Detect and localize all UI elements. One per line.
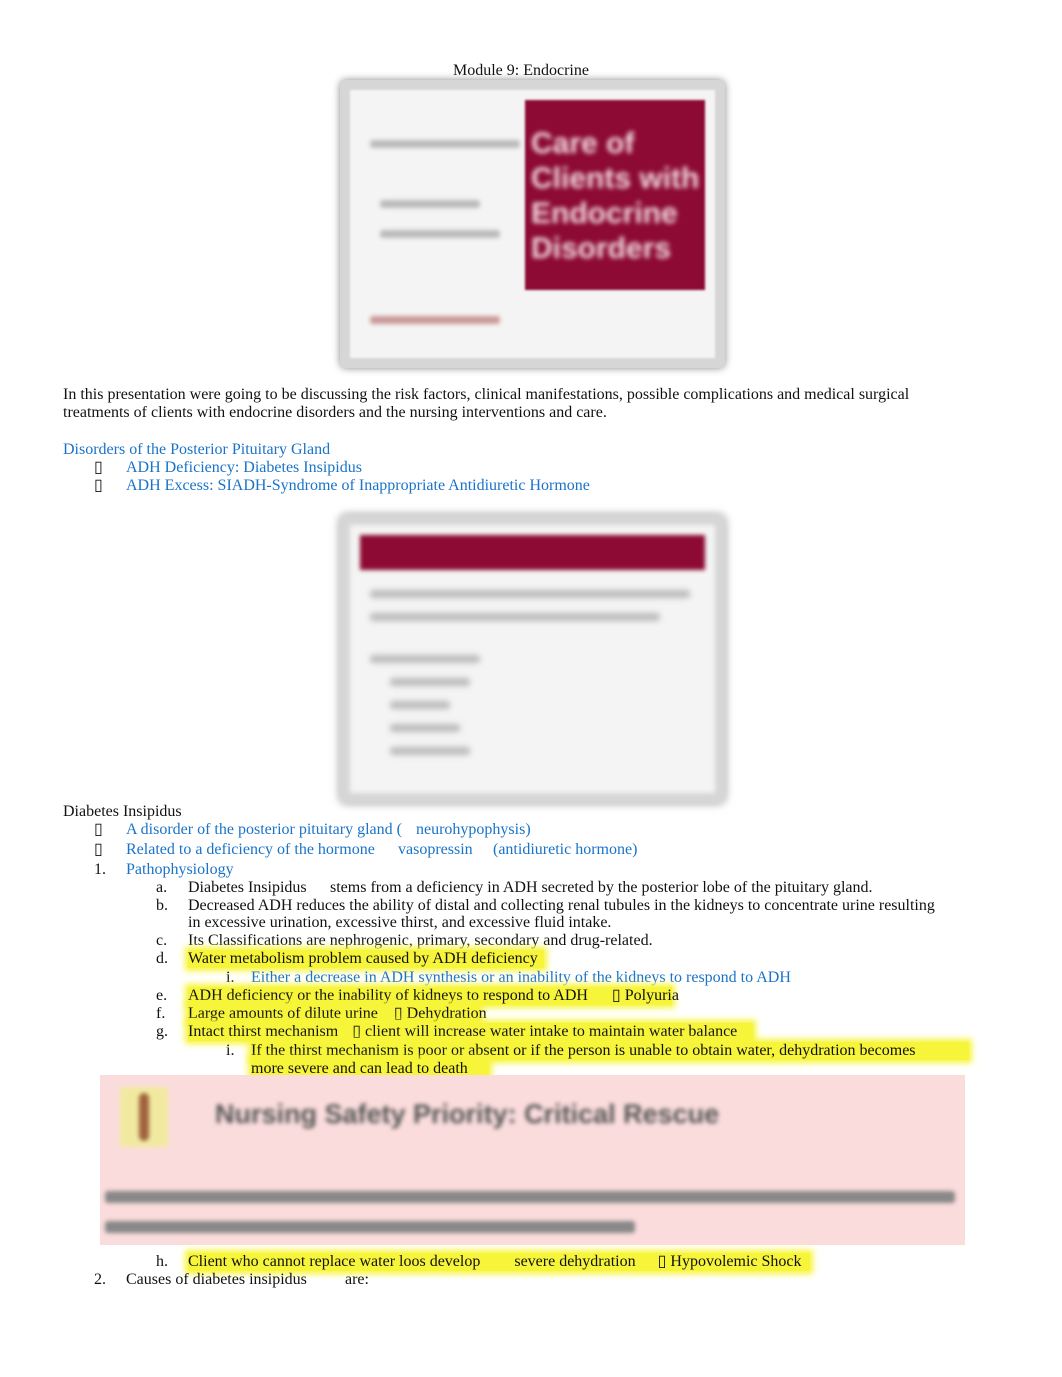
- bullet-icon: ▯: [94, 821, 103, 838]
- list-marker: 1.: [94, 861, 106, 878]
- list-item: neurohypophysis): [416, 821, 531, 838]
- bullet-icon: ▯: [94, 841, 103, 858]
- text: Intact thirst mechanism: [188, 1023, 339, 1040]
- callout-icon: [120, 1087, 168, 1147]
- di-heading: Diabetes Insipidus: [63, 803, 182, 820]
- list-item: (antidiuretic hormone): [493, 841, 638, 858]
- slide-title-panel: Care of Clients with Endocrine Disorders: [525, 100, 705, 290]
- list-marker: 2.: [94, 1271, 106, 1288]
- list-item: Causes of diabetes insipidus: [126, 1271, 307, 1288]
- list-item: Related to a deficiency of the hormone: [126, 841, 375, 858]
- list-item: stems from a deficiency in ADH secreted …: [330, 879, 873, 896]
- pathophysiology-heading: Pathophysiology: [126, 861, 234, 878]
- slide-title: Care of Clients with Endocrine Disorders: [531, 127, 700, 265]
- text: ▯ Dehydration: [393, 1005, 487, 1022]
- highlighted-item: Intact thirst mechanism ▯ client will inc…: [188, 1023, 753, 1041]
- text: ▯ Hypovolemic Shock: [657, 1253, 802, 1270]
- list-item: ADH Deficiency: Diabetes Insipidus: [126, 459, 362, 476]
- posterior-heading: Disorders of the Posterior Pituitary Gla…: [63, 441, 331, 458]
- list-item: Its Classifications are nephrogenic, pri…: [188, 932, 653, 949]
- list-item: Either a decrease in ADH synthesis or an…: [251, 969, 791, 986]
- list-item: A disorder of the posterior pituitary gl…: [126, 821, 402, 838]
- highlighted-item: Client who cannot replace water loos dev…: [188, 1253, 810, 1271]
- list-marker: g.: [156, 1023, 168, 1040]
- text: ▯ Polyuria: [611, 987, 679, 1004]
- slide-image-di: [340, 515, 725, 803]
- text: ADH deficiency or the inability of kidne…: [188, 987, 588, 1004]
- list-marker: e.: [156, 987, 168, 1004]
- text: ▯ client will increase water intake to m…: [352, 1023, 738, 1040]
- list-marker: f.: [156, 1005, 166, 1022]
- callout-title: Nursing Safety Priority: Critical Rescue: [215, 1099, 720, 1129]
- highlighted-item: If the thirst mechanism is poor or absen…: [251, 1042, 969, 1060]
- list-item: Diabetes Insipidus: [188, 879, 307, 896]
- list-marker: i.: [226, 969, 235, 986]
- intro-line-1: In this presentation were going to be di…: [63, 386, 910, 403]
- bullet-icon: ▯: [94, 477, 103, 494]
- list-marker: i.: [226, 1042, 235, 1059]
- list-marker: a.: [156, 879, 168, 896]
- list-item: ADH Excess: SIADH-Syndrome of Inappropri…: [126, 477, 590, 494]
- list-item: in excessive urination, excessive thirst…: [188, 914, 612, 931]
- list-marker: h.: [156, 1253, 168, 1270]
- list-item: are:: [345, 1271, 369, 1288]
- list-item: Decreased ADH reduces the ability of dis…: [188, 897, 935, 914]
- slide-image-title: Care of Clients with Endocrine Disorders: [340, 80, 725, 368]
- nursing-safety-callout: Nursing Safety Priority: Critical Rescue: [100, 1075, 965, 1245]
- list-marker: d.: [156, 950, 168, 967]
- text: Client who cannot replace water loos dev…: [188, 1253, 481, 1270]
- page-title: Module 9: Endocrine: [453, 62, 589, 79]
- list-item: vasopressin: [398, 841, 473, 858]
- list-marker: b.: [156, 897, 168, 914]
- list-marker: c.: [156, 932, 168, 949]
- text: Large amounts of dilute urine: [188, 1005, 378, 1022]
- intro-line-2: treatments of clients with endocrine dis…: [63, 404, 607, 421]
- bullet-icon: ▯: [94, 459, 103, 476]
- highlighted-item: ADH deficiency or the inability of kidne…: [188, 987, 679, 1005]
- highlighted-item: Water metabolism problem caused by ADH d…: [188, 950, 544, 968]
- highlighted-item: Large amounts of dilute urine ▯ Dehydrati…: [188, 1005, 487, 1023]
- text: severe dehydration: [514, 1253, 636, 1270]
